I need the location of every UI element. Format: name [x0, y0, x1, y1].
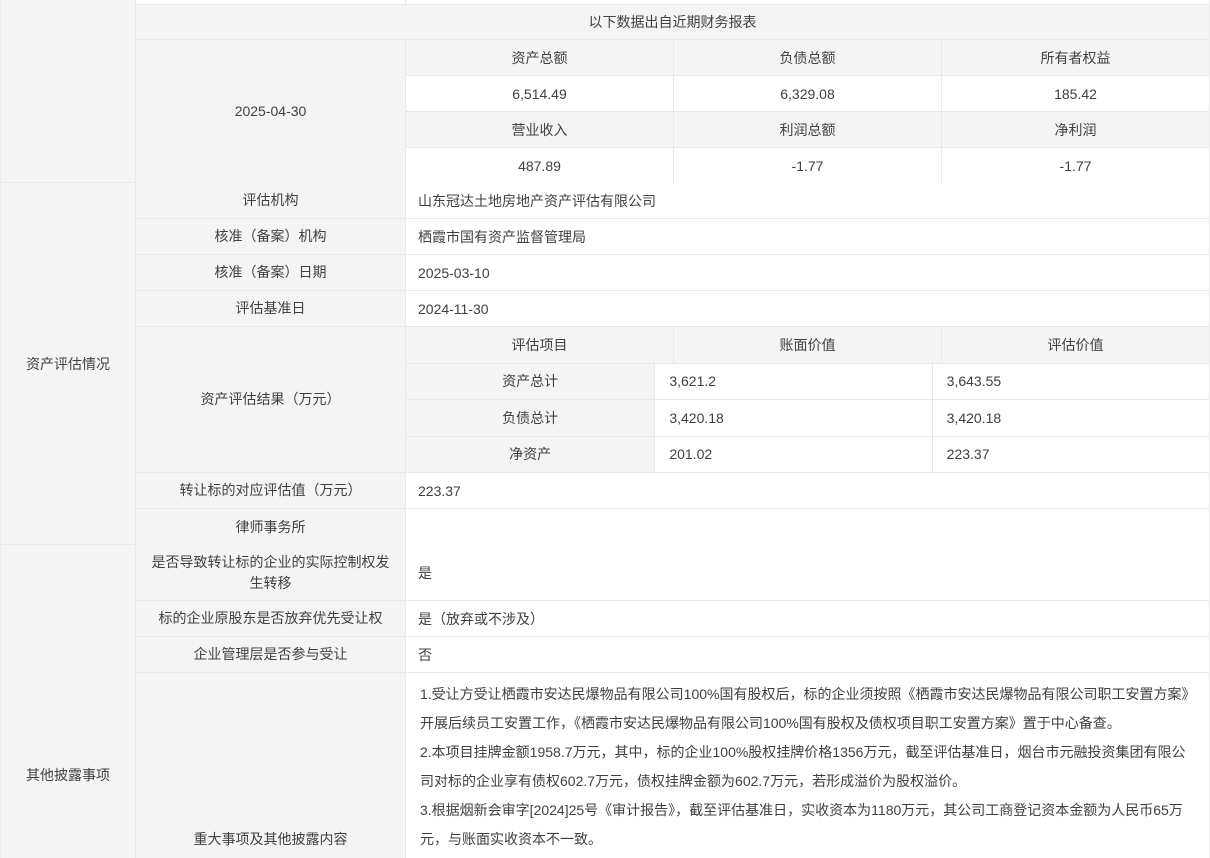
value-approval-agency: 栖霞市国有资产监督管理局 — [406, 219, 1209, 254]
section-label-financials-empty — [1, 0, 136, 183]
financial-header-row-1: 资产总额 负债总额 所有者权益 — [406, 40, 1209, 76]
appraised-value-net-assets: 223.37 — [932, 437, 1209, 473]
section-other-disclosure: 其他披露事项 是否导致转让标的企业的实际控制权发生转移 是 标的企业原股东是否放… — [1, 545, 1209, 858]
col-header-total-liabilities: 负债总额 — [673, 40, 941, 75]
label-approval-date: 核准（备案）日期 — [136, 255, 406, 290]
value-operating-revenue: 487.89 — [406, 148, 673, 183]
disclosure-paragraph-4: 4.其他重大事项详见烟新会审字[2024]25号《审计报告》及鲁冠评报字[202… — [420, 854, 1195, 858]
evaluation-result-header-row: 评估项目 账面价值 评估价值 — [406, 327, 1209, 364]
financial-report-date: 2025-04-30 — [136, 40, 406, 183]
value-target-appraised-value: 223.37 — [406, 473, 1209, 508]
label-evaluation-result: 资产评估结果（万元） — [136, 327, 406, 472]
label-evaluation-base-date: 评估基准日 — [136, 291, 406, 326]
section-label-evaluation: 资产评估情况 — [1, 183, 136, 545]
item-net-assets: 净资产 — [406, 437, 654, 473]
value-total-liabilities: 6,329.08 — [673, 76, 941, 111]
clipped-row-value-cell — [406, 0, 1209, 4]
label-major-disclosure: 重大事项及其他披露内容 — [136, 673, 406, 858]
label-management-participation: 企业管理层是否参与受让 — [136, 637, 406, 672]
financial-value-row-2: 487.89 -1.77 -1.77 — [406, 148, 1209, 183]
value-owners-equity: 185.42 — [941, 76, 1209, 111]
col-header-net-profit: 净利润 — [941, 112, 1209, 147]
label-control-transfer: 是否导致转让标的企业的实际控制权发生转移 — [136, 545, 406, 600]
value-control-transfer: 是 — [406, 545, 1209, 600]
col-header-book-value: 账面价值 — [673, 327, 941, 363]
disclosure-paragraph-1: 1.受让方受让栖霞市安达民爆物品有限公司100%国有股权后，标的企业须按照《栖霞… — [420, 680, 1195, 738]
col-header-appraised-value: 评估价值 — [941, 327, 1209, 363]
value-total-assets: 6,514.49 — [406, 76, 673, 111]
financial-value-row-1: 6,514.49 6,329.08 185.42 — [406, 76, 1209, 112]
value-approval-date: 2025-03-10 — [406, 255, 1209, 290]
appraised-value-total-liabilities: 3,420.18 — [932, 400, 1209, 436]
section-evaluation: 资产评估情况 评估机构 山东冠达土地房地产资产评估有限公司 核准（备案）机构 栖… — [1, 183, 1209, 545]
value-total-profit: -1.77 — [673, 148, 941, 183]
financial-caption-row: 以下数据出自近期财务报表 — [136, 5, 1209, 40]
value-net-profit: -1.77 — [941, 148, 1209, 183]
major-disclosure-content: 1.受让方受让栖霞市安达民爆物品有限公司100%国有股权后，标的企业须按照《栖霞… — [406, 673, 1209, 858]
col-header-total-profit: 利润总额 — [673, 112, 941, 147]
label-approval-agency: 核准（备案）机构 — [136, 219, 406, 254]
book-value-net-assets: 201.02 — [654, 437, 931, 473]
financial-header-row-2: 营业收入 利润总额 净利润 — [406, 112, 1209, 148]
evaluation-result-table: 评估项目 账面价值 评估价值 资产总计 3,621.2 3,643.55 负债总… — [406, 327, 1209, 472]
asset-listing-disclosure-table: 以下数据出自近期财务报表 2025-04-30 资产总额 负债总额 所有者权益 … — [0, 0, 1210, 858]
item-total-liabilities: 负债总计 — [406, 400, 654, 436]
item-total-assets: 资产总计 — [406, 364, 654, 400]
clipped-row-label-cell — [136, 0, 406, 4]
value-evaluation-agency: 山东冠达土地房地产资产评估有限公司 — [406, 183, 1209, 218]
section-financials: 以下数据出自近期财务报表 2025-04-30 资产总额 负债总额 所有者权益 … — [1, 0, 1209, 183]
value-evaluation-base-date: 2024-11-30 — [406, 291, 1209, 326]
col-header-operating-revenue: 营业收入 — [406, 112, 673, 147]
book-value-total-liabilities: 3,420.18 — [654, 400, 931, 436]
col-header-owners-equity: 所有者权益 — [941, 40, 1209, 75]
evaluation-row-net-assets: 净资产 201.02 223.37 — [406, 437, 1209, 473]
evaluation-row-total-liabilities: 负债总计 3,420.18 3,420.18 — [406, 400, 1209, 437]
label-evaluation-agency: 评估机构 — [136, 183, 406, 218]
book-value-total-assets: 3,621.2 — [654, 364, 931, 400]
col-header-evaluation-item: 评估项目 — [406, 327, 673, 363]
col-header-total-assets: 资产总额 — [406, 40, 673, 75]
label-waive-preemptive-right: 标的企业原股东是否放弃优先受让权 — [136, 601, 406, 636]
appraised-value-total-assets: 3,643.55 — [932, 364, 1209, 400]
financial-mini-table: 资产总额 负债总额 所有者权益 6,514.49 6,329.08 185.42… — [406, 40, 1209, 183]
evaluation-row-total-assets: 资产总计 3,621.2 3,643.55 — [406, 364, 1209, 401]
label-law-firm: 律师事务所 — [136, 509, 406, 545]
label-target-appraised-value: 转让标的对应评估值（万元） — [136, 473, 406, 508]
financial-caption-text: 以下数据出自近期财务报表 — [589, 12, 757, 32]
value-waive-preemptive-right: 是（放弃或不涉及） — [406, 601, 1209, 636]
value-law-firm — [406, 509, 1209, 545]
section-label-other-disclosure: 其他披露事项 — [1, 545, 136, 858]
disclosure-paragraph-2: 2.本项目挂牌金额1958.7万元，其中，标的企业100%股权挂牌价格1356万… — [420, 738, 1195, 796]
value-management-participation: 否 — [406, 637, 1209, 672]
disclosure-paragraph-3: 3.根据烟新会审字[2024]25号《审计报告》，截至评估基准日，实收资本为11… — [420, 796, 1195, 854]
